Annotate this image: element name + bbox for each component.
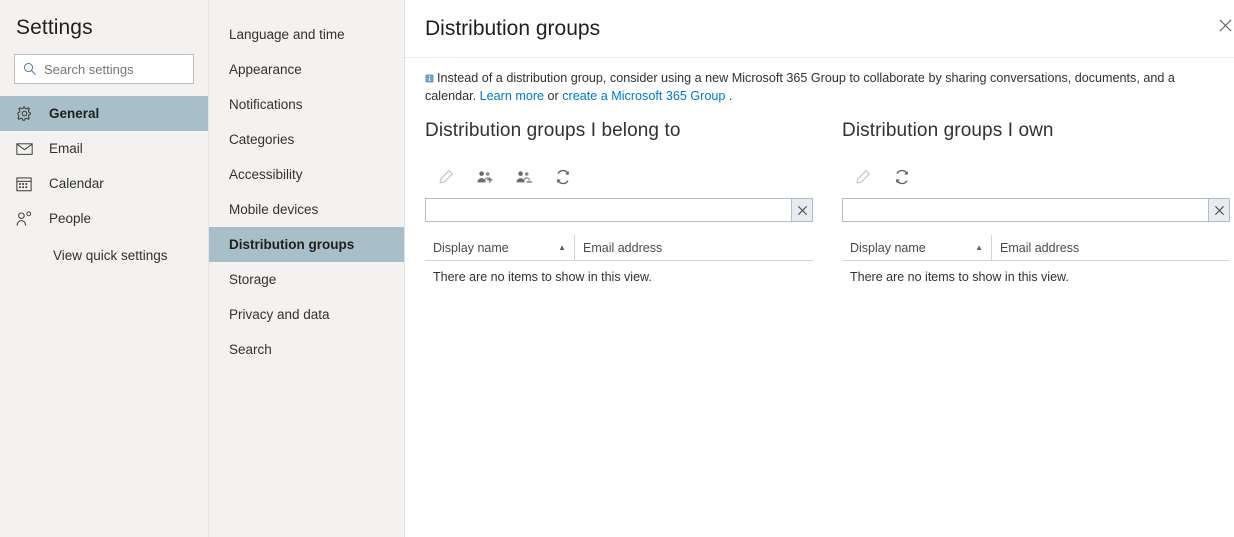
category-item-categories[interactable]: Categories [209,122,404,157]
own-filter-input[interactable] [843,199,1208,221]
belong-grid-header: Display name ▲ Email address [425,235,813,261]
category-item-search[interactable]: Search [209,332,404,367]
belong-filter-row[interactable] [425,198,813,222]
category-label: Notifications [229,97,303,112]
own-filter-row[interactable] [842,198,1230,222]
clear-icon[interactable] [791,199,812,221]
page-title: Distribution groups [425,17,600,41]
sidebar-item-label: General [49,106,99,121]
calendar-icon [16,176,36,192]
category-label: Appearance [229,62,302,77]
edit-icon[interactable] [435,166,457,188]
category-item-accessibility[interactable]: Accessibility [209,157,404,192]
own-toolbar [842,164,1230,190]
search-settings-box[interactable] [14,54,194,84]
category-item-privacy-and-data[interactable]: Privacy and data [209,297,404,332]
sidebar-item-label: People [49,211,91,226]
category-label: Privacy and data [229,307,330,322]
column-label: Email address [583,241,662,255]
refresh-icon[interactable] [891,166,913,188]
sidebar-item-label: Calendar [49,176,104,191]
join-group-icon[interactable] [474,166,496,188]
column-header-email-address[interactable]: Email address [575,235,813,260]
category-label: Search [229,342,272,357]
category-item-notifications[interactable]: Notifications [209,87,404,122]
view-quick-settings-link[interactable]: View quick settings [0,238,208,272]
column-header-display-name[interactable]: Display name ▲ [842,235,992,260]
panel-title: Distribution groups I own [842,120,1230,142]
sidebar-item-general[interactable]: General [0,96,208,131]
gear-icon [16,105,36,122]
column-label: Display name [433,241,509,255]
sidebar-item-calendar[interactable]: Calendar [0,166,208,201]
category-item-appearance[interactable]: Appearance [209,52,404,87]
sidebar-item-email[interactable]: Email [0,131,208,166]
search-input[interactable] [44,62,185,77]
close-icon[interactable] [1208,8,1234,42]
category-label: Accessibility [229,167,303,182]
info-banner: Instead of a distribution group, conside… [405,58,1200,104]
category-item-storage[interactable]: Storage [209,262,404,297]
panel-groups-i-belong-to: Distribution groups I belong to [425,120,813,284]
leave-group-icon[interactable] [513,166,535,188]
refresh-icon[interactable] [552,166,574,188]
content-header: Distribution groups [405,0,1234,58]
category-item-language-and-time[interactable]: Language and time [209,17,404,52]
group-panels: Distribution groups I belong to [405,104,1234,284]
settings-dialog: Settings General Email [0,0,1234,537]
settings-title: Settings [0,0,208,40]
category-item-mobile-devices[interactable]: Mobile devices [209,192,404,227]
settings-nav-list: General Email Calendar People [0,96,208,272]
view-quick-settings-label: View quick settings [53,248,168,263]
info-period: . [729,89,733,103]
column-label: Email address [1000,241,1079,255]
belong-toolbar [425,164,813,190]
sidebar-item-people[interactable]: People [0,201,208,236]
sidebar-item-label: Email [49,141,83,156]
own-empty-message: There are no items to show in this view. [842,261,1230,284]
category-label: Mobile devices [229,202,318,217]
category-label: Distribution groups [229,237,354,252]
category-label: Language and time [229,27,345,42]
person-icon [16,211,36,227]
info-icon [425,71,434,88]
own-grid: Display name ▲ Email address There are n… [842,235,1230,284]
belong-filter-input[interactable] [426,199,791,221]
create-microsoft-365-group-link[interactable]: create a Microsoft 365 Group [562,89,725,103]
search-icon [23,62,37,76]
panel-groups-i-own: Distribution groups I own [842,120,1230,284]
learn-more-link[interactable]: Learn more [480,89,544,103]
edit-icon[interactable] [852,166,874,188]
sort-ascending-icon: ▲ [975,244,983,252]
panel-title: Distribution groups I belong to [425,120,813,142]
belong-empty-message: There are no items to show in this view. [425,261,813,284]
category-item-distribution-groups[interactable]: Distribution groups [209,227,404,262]
clear-icon[interactable] [1208,199,1229,221]
sort-ascending-icon: ▲ [558,244,566,252]
column-header-display-name[interactable]: Display name ▲ [425,235,575,260]
envelope-icon [16,142,36,156]
belong-grid: Display name ▲ Email address There are n… [425,235,813,284]
column-header-email-address[interactable]: Email address [992,235,1230,260]
category-label: Storage [229,272,276,287]
info-conjunction: or [548,89,559,103]
settings-sidebar: Settings General Email [0,0,209,537]
own-grid-header: Display name ▲ Email address [842,235,1230,261]
category-nav: Language and time Appearance Notificatio… [209,0,405,537]
content-area: Distribution groups Instead of a distrib… [405,0,1234,537]
column-label: Display name [850,241,926,255]
category-label: Categories [229,132,294,147]
